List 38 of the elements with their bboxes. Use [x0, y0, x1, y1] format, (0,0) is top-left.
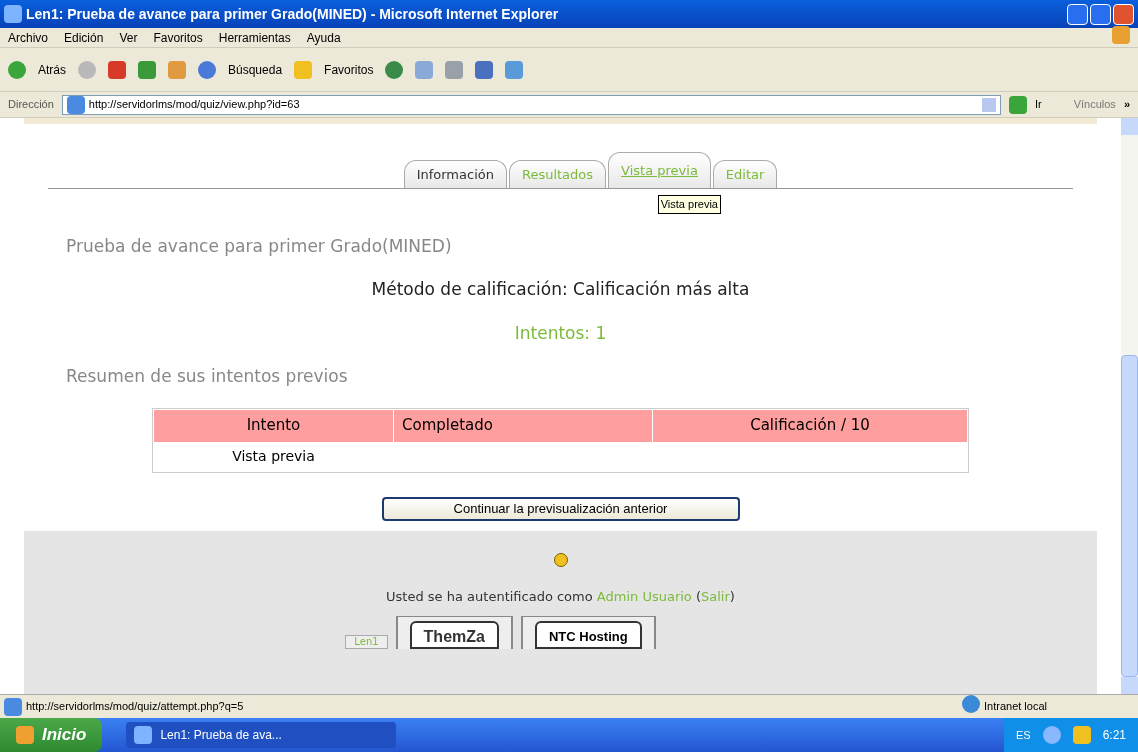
- login-info: Usted se ha autentificado como Admin Usuario (Salir): [386, 587, 735, 606]
- menu-item[interactable]: Ver: [119, 28, 138, 47]
- menu-item[interactable]: Archivo: [8, 28, 48, 47]
- vertical-scrollbar[interactable]: [1121, 118, 1138, 694]
- go-label[interactable]: Ir: [1034, 96, 1042, 113]
- continue-button[interactable]: Continuar la previsualización anterior: [381, 496, 740, 521]
- maximize-button[interactable]: [1090, 3, 1111, 25]
- back-label[interactable]: Atrás: [38, 60, 66, 79]
- tab[interactable]: Información: [403, 160, 507, 188]
- grading-method: Método de calificación: Calificación más alta: [371, 278, 750, 301]
- start-button[interactable]: Inicio: [0, 718, 103, 752]
- column-header: Intento: [154, 409, 393, 442]
- close-button[interactable]: [1113, 3, 1134, 25]
- minimize-button[interactable]: [1067, 3, 1088, 25]
- tooltip: Vista previa: [657, 195, 721, 214]
- search-label[interactable]: Búsqueda: [228, 60, 283, 79]
- menu-item[interactable]: Ayuda: [306, 28, 341, 47]
- zone-label: Intranet local: [984, 699, 1048, 715]
- taskbar-button[interactable]: Len1: Prueba de ava...: [126, 722, 397, 748]
- table-cell-text: Vista previa: [231, 447, 316, 466]
- sponsor-logo[interactable]: ThemZa: [409, 621, 499, 649]
- window-title: Len1: Prueba de avance para primer Grado(MINED) - Microsoft Internet Explorer: [26, 4, 559, 24]
- address-field[interactable]: http://servidorlms/mod/quiz/view.php?id=63: [61, 94, 1001, 115]
- quiz-heading: Prueba de avance para primer Grado(MINED): [66, 234, 453, 258]
- column-header: Completado: [394, 409, 652, 442]
- column-header: Calificación / 10: [653, 409, 967, 442]
- links-label[interactable]: Vínculos: [1073, 96, 1116, 113]
- favorites-label[interactable]: Favoritos: [324, 60, 374, 79]
- menu-item[interactable]: Edición: [64, 28, 104, 47]
- status-url: http://servidorlms/mod/quiz/attempt.php?q=5: [26, 699, 244, 715]
- attempts-count: Intentos: 1: [514, 321, 607, 345]
- more-chevron[interactable]: »: [1123, 96, 1130, 113]
- sponsor-logo[interactable]: NTC Hosting: [534, 621, 642, 649]
- clock: 6:21: [1102, 727, 1126, 744]
- summary-heading: Resumen de sus intentos previos: [66, 365, 349, 388]
- address-label: Dirección: [8, 97, 54, 113]
- menu-item[interactable]: Herramientas: [218, 28, 291, 47]
- menu-item[interactable]: Favoritos: [153, 28, 203, 47]
